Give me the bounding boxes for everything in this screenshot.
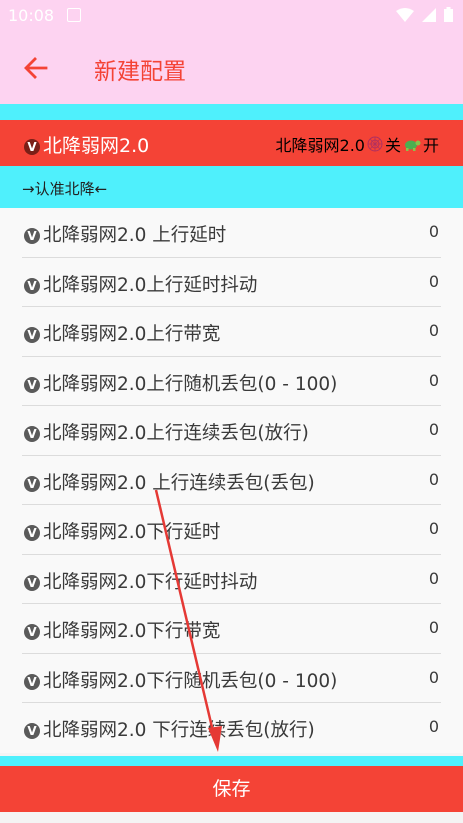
turtle-icon	[404, 140, 421, 151]
item-value: 0	[428, 618, 439, 637]
list-item[interactable]: V 北降弱网2.0 上行延时 0	[0, 208, 463, 258]
v-badge-icon: V	[24, 138, 40, 155]
status-bar: 10:08	[0, 0, 463, 32]
list-item[interactable]: V 北降弱网2.0上行连续丢包(放行) 0	[0, 406, 463, 456]
v-badge-icon: V	[24, 723, 40, 739]
v-badge-icon: V	[24, 426, 40, 442]
item-value: 0	[428, 271, 439, 291]
item-value: 0	[428, 370, 439, 390]
wifi-icon	[396, 7, 414, 22]
notice-text: →认准北降←	[22, 180, 108, 198]
item-value: 0	[428, 667, 439, 687]
item-label: V 北降弱网2.0下行随机丢包(0 - 100)	[24, 667, 337, 693]
list-item[interactable]: V 北降弱网2.0 上行连续丢包(丢包) 0	[0, 455, 463, 505]
status-icons	[396, 7, 453, 22]
settings-list: V 北降弱网2.0 上行延时 0 V 北降弱网2.0上行延时抖动 0 V 北降弱网2.…	[0, 208, 463, 753]
battery-icon	[444, 7, 453, 22]
app-bar: 新建配置	[0, 32, 463, 104]
list-item[interactable]: V 北降弱网2.0上行带宽 0	[0, 307, 463, 357]
v-badge-icon: V	[24, 525, 40, 541]
header-toggle-group[interactable]: 北降弱网2.0 关 开	[276, 132, 439, 156]
v-badge-icon: V	[24, 277, 40, 294]
header-right-label: 北降弱网2.0	[275, 136, 365, 155]
item-label: V 北降弱网2.0下行延时抖动	[24, 568, 257, 594]
save-button[interactable]: 保存	[0, 766, 463, 812]
header-left-text: V 北降弱网2.0	[24, 131, 149, 158]
list-item[interactable]: V 北降弱网2.0 下行连续丢包(放行) 0	[0, 703, 463, 753]
v-badge-icon: V	[24, 475, 40, 492]
off-label[interactable]: 关	[385, 132, 401, 156]
list-item[interactable]: V 北降弱网2.0下行延时 0	[0, 505, 463, 555]
v-badge-icon: V	[24, 228, 40, 244]
spider-web-icon	[367, 136, 383, 152]
notification-icon	[67, 8, 81, 22]
item-label: V 北降弱网2.0 下行连续丢包(放行)	[24, 716, 315, 742]
item-label: V 北降弱网2.0下行延时	[24, 518, 220, 544]
item-value: 0	[428, 717, 439, 736]
item-label: V 北降弱网2.0上行带宽	[24, 320, 220, 346]
item-value: 0	[428, 519, 439, 538]
v-badge-icon: V	[24, 574, 40, 591]
signal-icon	[422, 7, 436, 22]
on-label[interactable]: 开	[423, 132, 439, 156]
notice-row: →认准北降←	[0, 166, 463, 208]
page-title: 新建配置	[94, 59, 186, 85]
status-time: 10:08	[8, 6, 55, 25]
list-item[interactable]: V 北降弱网2.0下行带宽 0	[0, 604, 463, 654]
back-arrow-icon[interactable]	[22, 54, 50, 82]
config-header-row[interactable]: V 北降弱网2.0 北降弱网2.0 关 开	[0, 120, 463, 166]
item-label: V 北降弱网2.0上行随机丢包(0 - 100)	[24, 370, 337, 396]
v-badge-icon: V	[24, 376, 40, 393]
v-badge-icon: V	[24, 327, 40, 343]
bottom-divider-band	[0, 756, 463, 766]
v-badge-icon: V	[24, 673, 40, 690]
header-left-label: 北降弱网2.0	[43, 135, 150, 157]
item-label: V 北降弱网2.0 上行连续丢包(丢包)	[24, 469, 315, 495]
list-item[interactable]: V 北降弱网2.0上行随机丢包(0 - 100) 0	[0, 356, 463, 406]
footer-strip	[0, 812, 463, 823]
item-value: 0	[428, 222, 439, 241]
item-label: V 北降弱网2.0下行带宽	[24, 617, 220, 643]
item-label: V 北降弱网2.0上行连续丢包(放行)	[24, 419, 309, 445]
item-label: V 北降弱网2.0 上行延时	[24, 221, 226, 247]
item-label: V 北降弱网2.0上行延时抖动	[24, 271, 257, 297]
item-value: 0	[428, 568, 439, 588]
list-item[interactable]: V 北降弱网2.0上行延时抖动 0	[0, 257, 463, 307]
item-value: 0	[428, 321, 439, 340]
item-value: 0	[428, 469, 439, 489]
top-divider-band	[0, 104, 463, 120]
v-badge-icon: V	[24, 624, 40, 640]
list-item[interactable]: V 北降弱网2.0下行延时抖动 0	[0, 554, 463, 604]
item-value: 0	[428, 420, 439, 439]
list-item[interactable]: V 北降弱网2.0下行随机丢包(0 - 100) 0	[0, 653, 463, 703]
